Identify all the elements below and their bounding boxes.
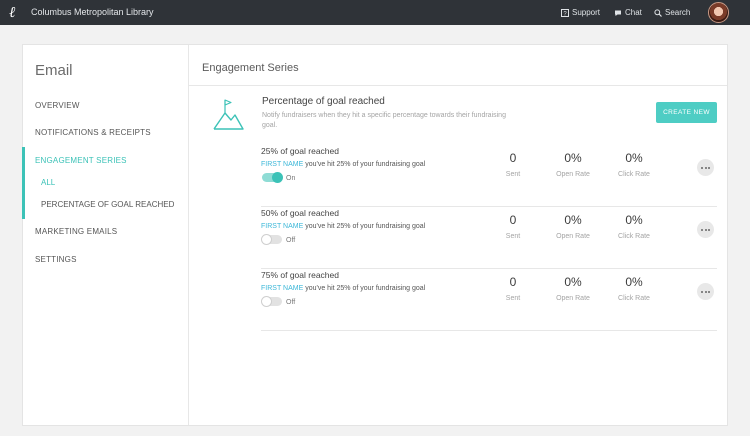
series-row: 50% of goal reached FIRST NAME you've hi… — [261, 207, 717, 269]
more-icon — [704, 166, 707, 169]
content-area: Engagement Series Percentage of goal rea… — [189, 45, 727, 425]
first-name-token: FIRST NAME — [261, 285, 304, 292]
open-rate-value: 0% — [564, 275, 582, 289]
click-rate-value: 0% — [625, 151, 643, 165]
app-logo[interactable]: ℓ — [9, 3, 25, 21]
chat-icon — [615, 10, 621, 16]
row-subject: FIRST NAME you've hit 25% of your fundra… — [261, 284, 425, 293]
first-name-token: FIRST NAME — [261, 223, 304, 230]
sent-stat: 0 Sent — [488, 151, 538, 179]
sent-label: Sent — [505, 295, 521, 302]
more-icon — [701, 290, 703, 293]
status-toggle[interactable] — [261, 234, 282, 245]
subject-text: you've hit 25% of your fundraising goal — [305, 223, 426, 230]
open-rate-label: Open Rate — [556, 295, 590, 302]
status-toggle[interactable] — [261, 296, 282, 307]
row-subject: FIRST NAME you've hit 25% of your fundra… — [261, 222, 425, 231]
sent-value: 0 — [509, 275, 517, 289]
search-label: Search — [665, 8, 691, 17]
user-avatar[interactable] — [708, 2, 729, 23]
active-indicator — [22, 147, 25, 219]
chat-link[interactable]: Chat — [614, 6, 642, 19]
sent-stat: 0 Sent — [488, 213, 538, 241]
click-rate-stat: 0% Click Rate — [609, 151, 659, 179]
organization-name: Columbus Metropolitan Library — [31, 7, 154, 17]
series-row: 75% of goal reached FIRST NAME you've hi… — [261, 269, 717, 331]
status-toggle[interactable] — [262, 172, 283, 183]
search-icon — [654, 8, 662, 17]
click-rate-stat: 0% Click Rate — [609, 213, 659, 241]
more-options-button[interactable] — [697, 283, 714, 300]
more-icon — [701, 228, 703, 231]
more-icon — [701, 166, 703, 169]
toggle-label: Off — [286, 237, 296, 244]
sidebar-item-marketing-emails[interactable]: MARKETING EMAILS — [35, 227, 117, 237]
click-rate-label: Click Rate — [618, 233, 650, 240]
top-bar: ℓ Columbus Metropolitan Library ? Suppor… — [0, 0, 750, 25]
sidebar-item-engagement-series[interactable]: ENGAGEMENT SERIES — [35, 156, 127, 166]
open-rate-value: 0% — [564, 151, 582, 165]
open-rate-value: 0% — [564, 213, 582, 227]
sidebar-title: Email — [35, 62, 73, 79]
page-title: Engagement Series — [202, 62, 299, 74]
series-description: Notify fundraisers when they hit a speci… — [262, 112, 506, 129]
row-title[interactable]: 50% of goal reached — [261, 208, 339, 219]
more-options-button[interactable] — [697, 159, 714, 176]
sidebar-subitem-all[interactable]: ALL — [41, 178, 55, 188]
row-title[interactable]: 75% of goal reached — [261, 270, 339, 281]
click-rate-label: Click Rate — [618, 171, 650, 178]
toggle-label: Off — [286, 299, 296, 306]
sidebar: Email OVERVIEW NOTIFICATIONS & RECEIPTS … — [22, 45, 189, 425]
open-rate-stat: 0% Open Rate — [548, 275, 598, 303]
more-icon — [704, 290, 707, 293]
row-title[interactable]: 25% of goal reached — [261, 146, 339, 157]
chat-label: Chat — [625, 8, 642, 17]
toggle-label: On — [286, 175, 296, 182]
more-icon — [704, 228, 707, 231]
more-icon — [708, 166, 710, 169]
sent-value: 0 — [509, 213, 517, 227]
click-rate-label: Click Rate — [618, 295, 650, 302]
row-subject: FIRST NAME you've hit 25% of your fundra… — [261, 160, 425, 169]
more-icon — [708, 228, 710, 231]
subject-text: you've hit 25% of your fundraising goal — [305, 161, 426, 168]
support-label: Support — [572, 8, 601, 17]
toggle-knob — [272, 172, 283, 183]
subject-text: you've hit 25% of your fundraising goal — [305, 285, 426, 292]
sidebar-item-overview[interactable]: OVERVIEW — [35, 101, 80, 111]
more-options-button[interactable] — [697, 221, 714, 238]
support-link[interactable]: ? Support — [561, 6, 600, 19]
support-icon: ? — [561, 8, 569, 17]
more-icon — [708, 290, 710, 293]
toggle-knob — [261, 296, 272, 307]
click-rate-value: 0% — [625, 213, 643, 227]
create-new-button[interactable]: CREATE NEW — [656, 102, 717, 123]
sent-stat: 0 Sent — [488, 275, 538, 303]
first-name-token: FIRST NAME — [261, 161, 304, 168]
sent-value: 0 — [509, 151, 517, 165]
main-card: Email OVERVIEW NOTIFICATIONS & RECEIPTS … — [22, 44, 728, 426]
sent-label: Sent — [505, 233, 521, 240]
click-rate-value: 0% — [625, 275, 643, 289]
series-row: 25% of goal reached FIRST NAME you've hi… — [261, 145, 717, 207]
toggle-knob — [261, 234, 272, 245]
sidebar-item-settings[interactable]: SETTINGS — [35, 255, 77, 265]
sidebar-item-notifications[interactable]: NOTIFICATIONS & RECEIPTS — [35, 128, 151, 138]
search-link[interactable]: Search — [654, 6, 690, 19]
sent-label: Sent — [505, 171, 521, 178]
click-rate-stat: 0% Click Rate — [609, 275, 659, 303]
open-rate-stat: 0% Open Rate — [548, 213, 598, 241]
open-rate-label: Open Rate — [556, 171, 590, 178]
open-rate-stat: 0% Open Rate — [548, 151, 598, 179]
series-title: Percentage of goal reached — [262, 96, 385, 107]
mountain-flag-icon — [213, 99, 244, 130]
open-rate-label: Open Rate — [556, 233, 590, 240]
title-divider — [189, 85, 727, 86]
sidebar-subitem-goal-reached[interactable]: PERCENTAGE OF GOAL REACHED — [41, 200, 174, 210]
